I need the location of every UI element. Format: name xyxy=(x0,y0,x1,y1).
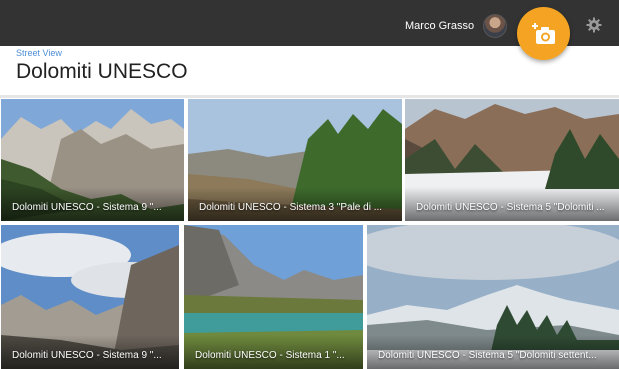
tile-caption: Dolomiti UNESCO - Sistema 5 "Dolomiti se… xyxy=(378,350,597,361)
tile-caption: Dolomiti UNESCO - Sistema 9 "... xyxy=(12,202,162,213)
tile-caption: Dolomiti UNESCO - Sistema 3 "Pale di ... xyxy=(199,202,383,213)
photo-tile-6[interactable]: Dolomiti UNESCO - Sistema 5 "Dolomiti se… xyxy=(367,225,619,369)
page-title: Dolomiti UNESCO xyxy=(16,60,188,83)
gear-icon[interactable] xyxy=(586,17,602,33)
photo-tile-5[interactable]: Dolomiti UNESCO - Sistema 1 "... xyxy=(184,225,363,369)
tile-caption: Dolomiti UNESCO - Sistema 5 "Dolomiti ..… xyxy=(416,202,605,213)
photo-tile-2[interactable]: Dolomiti UNESCO - Sistema 3 "Pale di ... xyxy=(188,99,402,221)
photo-tile-1[interactable]: Dolomiti UNESCO - Sistema 9 "... xyxy=(1,99,184,221)
add-photo-button[interactable] xyxy=(517,7,570,60)
add-photo-camera-icon xyxy=(532,23,555,44)
user-name[interactable]: Marco Grasso xyxy=(405,20,474,32)
photo-tile-4[interactable]: Dolomiti UNESCO - Sistema 9 "... xyxy=(1,225,179,369)
tile-caption: Dolomiti UNESCO - Sistema 9 "... xyxy=(12,350,162,361)
user-avatar[interactable] xyxy=(483,14,507,38)
breadcrumb-street-view[interactable]: Street View xyxy=(16,48,62,58)
tile-caption: Dolomiti UNESCO - Sistema 1 "... xyxy=(195,350,345,361)
photo-tile-3[interactable]: Dolomiti UNESCO - Sistema 5 "Dolomiti ..… xyxy=(405,99,619,221)
header-divider xyxy=(0,95,619,98)
